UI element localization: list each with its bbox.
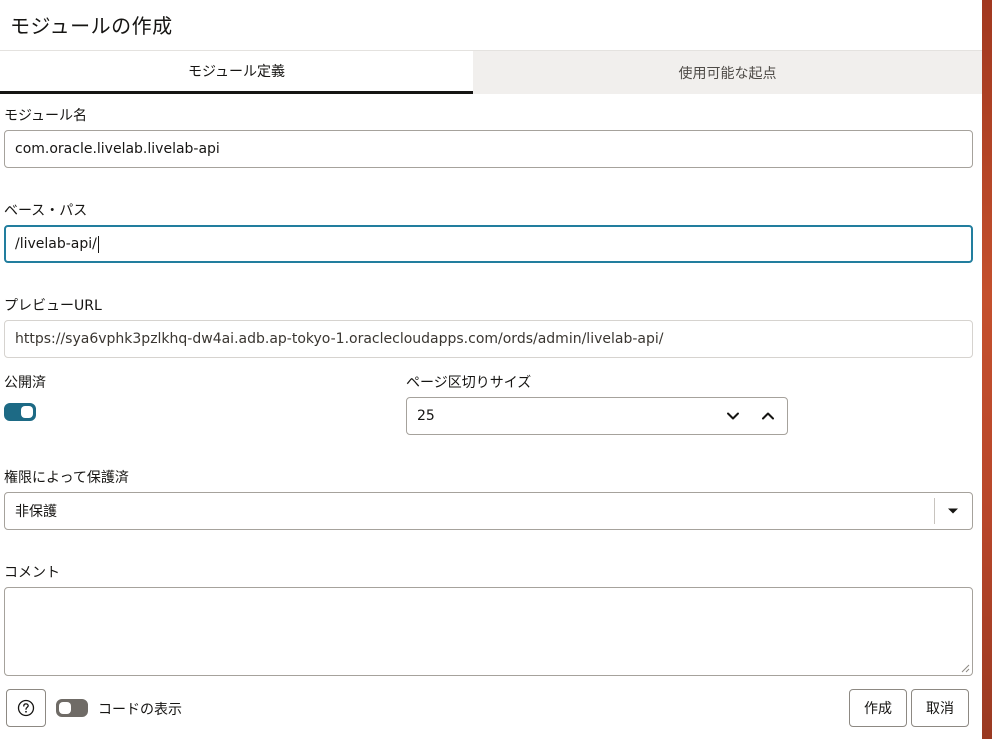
preview-url-label: プレビューURL — [4, 298, 102, 314]
module-name-value: com.oracle.livelab.livelab-api — [15, 141, 220, 157]
base-path-input[interactable]: /livelab-api/ — [4, 225, 973, 263]
help-button[interactable] — [6, 689, 46, 727]
privilege-dropdown-button[interactable] — [940, 498, 966, 524]
toggle-knob — [21, 406, 33, 418]
background-strip — [982, 0, 992, 739]
decrement-button[interactable] — [720, 403, 746, 429]
create-module-dialog: モジュールの作成 モジュール定義 使用可能な起点 モジュール名 com.orac… — [0, 0, 982, 739]
chevron-down-icon — [727, 412, 739, 420]
show-code-toggle[interactable] — [56, 699, 88, 717]
preview-url-value: https://sya6vphk3pzlkhq-dw4ai.adb.ap-tok… — [15, 331, 664, 347]
published-label: 公開済 — [4, 375, 46, 391]
base-path-value: /livelab-api/ — [15, 236, 97, 252]
tab-bar: モジュール定義 使用可能な起点 — [0, 51, 982, 94]
privilege-label: 権限によって保護済 — [4, 470, 129, 486]
question-circle-icon — [17, 699, 35, 717]
select-divider — [934, 498, 935, 524]
increment-button[interactable] — [755, 403, 781, 429]
published-toggle[interactable] — [4, 403, 36, 421]
preview-url-field: https://sya6vphk3pzlkhq-dw4ai.adb.ap-tok… — [4, 320, 973, 358]
resize-grip-icon[interactable] — [961, 664, 970, 673]
page-size-value: 25 — [417, 408, 435, 424]
comment-textarea[interactable] — [4, 587, 973, 676]
privilege-select[interactable]: 非保護 — [4, 492, 973, 530]
show-code-label: コードの表示 — [98, 702, 182, 718]
tab-available-origins[interactable]: 使用可能な起点 — [473, 51, 982, 94]
tab-module-definition[interactable]: モジュール定義 — [0, 51, 473, 94]
module-name-label: モジュール名 — [4, 108, 88, 124]
caret-down-icon — [948, 508, 958, 514]
module-name-input[interactable]: com.oracle.livelab.livelab-api — [4, 130, 973, 168]
base-path-label: ベース・パス — [4, 203, 88, 219]
toggle-knob — [59, 702, 71, 714]
dialog-title: モジュールの作成 — [10, 14, 173, 38]
page-size-label: ページ区切りサイズ — [406, 375, 532, 391]
chevron-up-icon — [762, 412, 774, 420]
text-cursor — [97, 235, 99, 253]
create-button[interactable]: 作成 — [849, 689, 907, 727]
cancel-button[interactable]: 取消 — [911, 689, 969, 727]
comment-label: コメント — [4, 565, 60, 581]
privilege-value: 非保護 — [15, 504, 57, 520]
